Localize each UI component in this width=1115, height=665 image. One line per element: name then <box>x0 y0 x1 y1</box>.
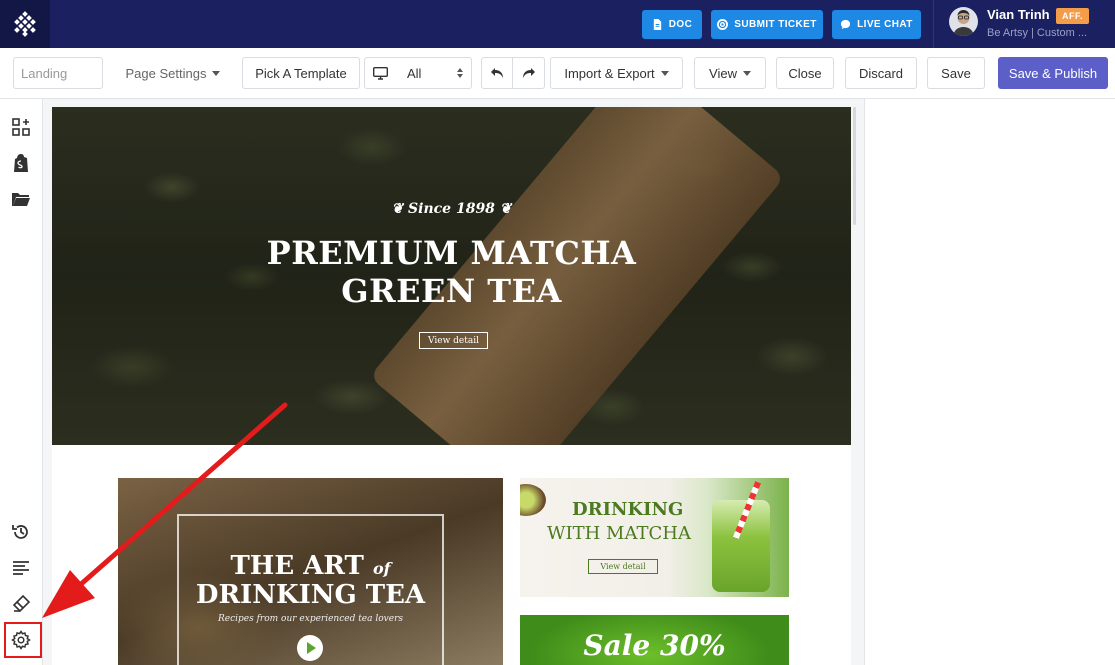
play-video-button[interactable] <box>297 635 323 661</box>
view-label: View <box>709 65 737 81</box>
add-element-button[interactable] <box>10 116 32 138</box>
page-settings-label: Page Settings <box>125 65 207 81</box>
topbar-divider <box>933 0 934 48</box>
left-sidebar <box>0 99 43 665</box>
hero-title[interactable]: PREMIUM MATCHA GREEN TEA <box>52 234 851 310</box>
art-card-title-of: of <box>372 559 391 578</box>
editor-toolbar: Page Settings Pick A Template All Import… <box>0 48 1115 99</box>
hero-since-label: Since 1898 <box>408 201 495 217</box>
save-publish-label: Save & Publish <box>1008 65 1098 81</box>
chat-bubble-icon <box>841 19 851 30</box>
import-export-dropdown[interactable]: Import & Export <box>550 57 683 89</box>
add-element-icon <box>12 118 30 136</box>
discard-button[interactable]: Discard <box>845 57 917 89</box>
app-logo[interactable] <box>0 0 50 48</box>
top-navigation-bar: DOC SUBMIT TICKET LIVE CHAT Vian Trinh A… <box>0 0 1115 48</box>
history-icon <box>12 525 28 539</box>
device-select-value: All <box>407 65 422 81</box>
user-photo-icon <box>953 10 974 36</box>
pages-folder-button[interactable] <box>10 188 32 210</box>
undo-icon <box>491 68 503 78</box>
doc-button[interactable]: DOC <box>642 10 702 39</box>
kiwi-image <box>520 484 546 516</box>
submit-ticket-label: SUBMIT TICKET <box>734 19 817 30</box>
device-select[interactable]: All <box>364 57 472 89</box>
doc-button-label: DOC <box>668 19 693 30</box>
page-name-field[interactable] <box>13 57 103 89</box>
select-arrows-icon <box>457 68 463 78</box>
diamond-grid-icon <box>14 11 36 37</box>
save-publish-button[interactable]: Save & Publish <box>998 57 1108 89</box>
redo-button[interactable] <box>512 57 545 89</box>
drinking-matcha-card[interactable]: DRINKING WITH MATCHA View detail <box>520 478 789 597</box>
sale-card[interactable]: Sale 30% <box>520 615 789 665</box>
editor-canvas[interactable]: ❦ Since 1898 ❦ PREMIUM MATCHA GREEN TEA … <box>52 107 851 665</box>
folder-icon <box>12 193 30 206</box>
submit-ticket-button[interactable]: SUBMIT TICKET <box>711 10 823 39</box>
sale-card-text: Sale 30% <box>583 629 726 662</box>
pick-template-label: Pick A Template <box>255 65 347 81</box>
outline-icon <box>13 561 29 575</box>
close-button[interactable]: Close <box>776 57 834 89</box>
redo-icon <box>522 68 535 78</box>
user-avatar[interactable] <box>949 7 978 36</box>
caret-down-icon <box>742 70 751 76</box>
user-store-name: Be Artsy | Custom ... <box>987 27 1088 39</box>
art-card-title-word: THE ART <box>230 551 364 581</box>
live-chat-label: LIVE CHAT <box>857 19 913 30</box>
hero-since-text[interactable]: ❦ Since 1898 ❦ <box>52 201 851 217</box>
drink-view-detail-button[interactable]: View detail <box>588 559 658 574</box>
shopify-bag-icon <box>14 154 28 172</box>
drink-card-title-line1: DRINKING <box>572 499 684 520</box>
save-button[interactable]: Save <box>927 57 985 89</box>
live-chat-button[interactable]: LIVE CHAT <box>832 10 921 39</box>
page-name-input[interactable] <box>14 58 102 88</box>
eraser-icon <box>12 594 31 613</box>
import-export-label: Import & Export <box>564 65 655 81</box>
settings-highlight-box <box>4 622 42 658</box>
save-label: Save <box>941 65 971 81</box>
page-settings-dropdown[interactable]: Page Settings <box>113 57 233 89</box>
caret-down-icon <box>660 70 669 76</box>
right-settings-panel <box>864 99 1115 665</box>
play-icon <box>307 642 316 654</box>
caret-down-icon <box>212 70 221 76</box>
hero-title-line2: GREEN TEA <box>341 272 562 310</box>
close-label: Close <box>788 65 822 81</box>
shopify-button[interactable] <box>10 152 32 174</box>
art-card-title-line2: DRINKING TEA <box>195 580 426 610</box>
drink-card-title-line2: WITH MATCHA <box>547 523 691 544</box>
user-name[interactable]: Vian Trinh <box>987 7 1050 22</box>
undo-button[interactable] <box>481 57 513 89</box>
canvas-scrollbar[interactable] <box>853 107 856 225</box>
art-card-subtitle: Recipes from our experienced tea lovers <box>218 614 403 624</box>
hero-view-detail-button[interactable]: View detail <box>419 332 488 349</box>
leaf-ornament-left-icon: ❦ <box>391 201 409 217</box>
outline-button[interactable] <box>10 557 32 579</box>
art-of-tea-card[interactable]: THE ART of DRINKING TEA Recipes from our… <box>118 478 503 665</box>
discard-label: Discard <box>858 65 904 81</box>
pick-template-button[interactable]: Pick A Template <box>242 57 360 89</box>
eraser-button[interactable] <box>10 593 32 615</box>
leaf-ornament-right-icon: ❦ <box>494 201 512 217</box>
history-button[interactable] <box>10 521 32 543</box>
hero-title-line1: PREMIUM MATCHA <box>266 234 637 272</box>
hero-section[interactable]: ❦ Since 1898 ❦ PREMIUM MATCHA GREEN TEA … <box>52 107 851 445</box>
document-icon <box>653 19 661 30</box>
desktop-monitor-icon <box>373 66 388 80</box>
view-dropdown[interactable]: View <box>694 57 766 89</box>
affiliate-badge: AFF. <box>1056 8 1089 24</box>
lifebuoy-icon <box>717 19 729 30</box>
